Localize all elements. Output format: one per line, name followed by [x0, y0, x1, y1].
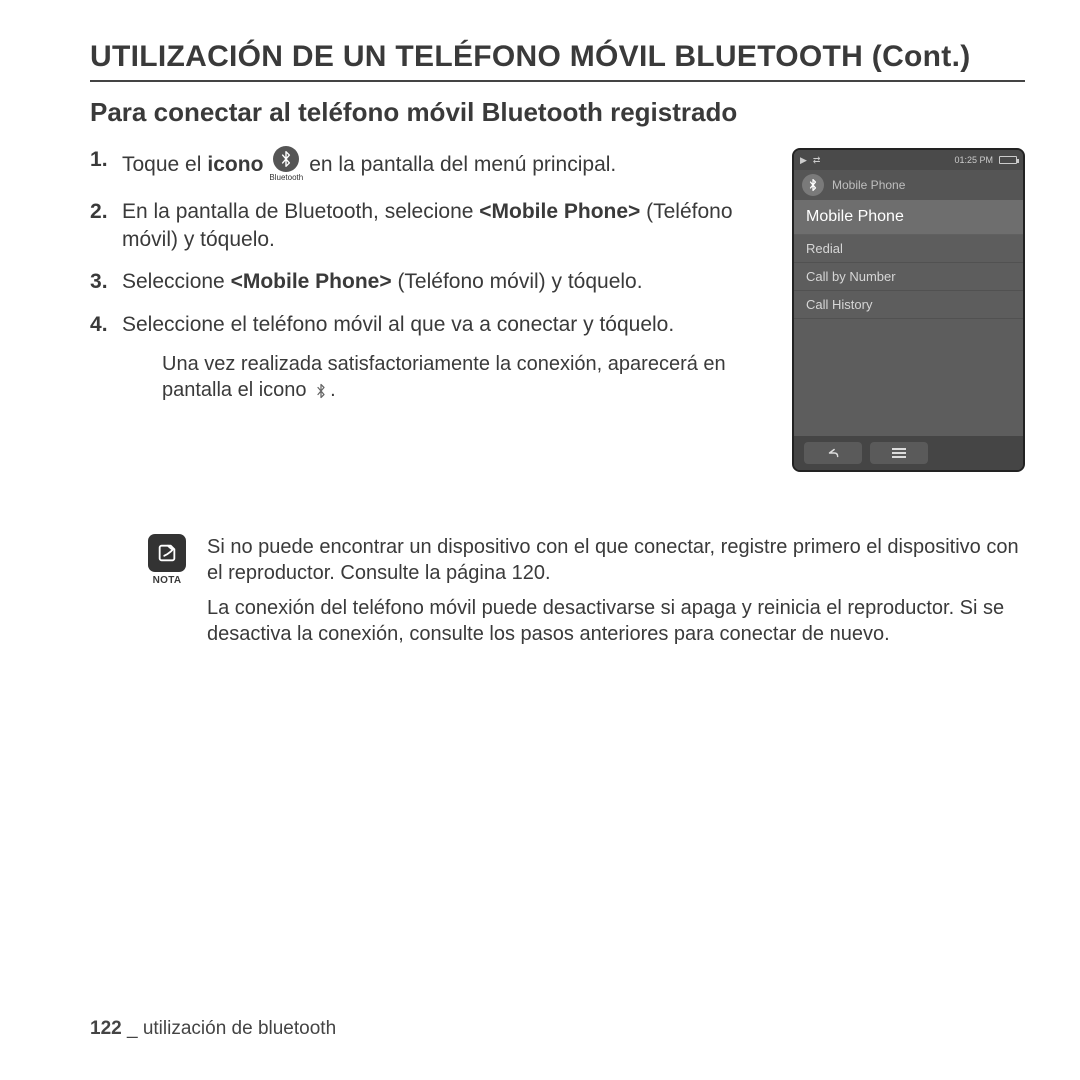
phone-screen-header: Mobile Phone — [794, 170, 1023, 200]
phone-status-bar: ▶ ⇄ 01:25 PM — [794, 150, 1023, 170]
phone-softkey-bar — [794, 436, 1023, 470]
status-shuffle-icon: ⇄ — [813, 155, 821, 166]
menu-icon — [892, 448, 906, 458]
step-2-text-bold: <Mobile Phone> — [479, 200, 640, 223]
menu-item-redial[interactable]: Redial — [794, 235, 1023, 263]
step-3-text-a: Seleccione — [122, 270, 231, 293]
note-block: NOTA Si no puede encontrar un dispositiv… — [90, 534, 1025, 656]
battery-icon — [999, 156, 1017, 164]
phone-menu-list: Mobile Phone Redial Call by Number Call … — [794, 200, 1023, 436]
step-4: Seleccione el teléfono móvil al que va a… — [90, 311, 772, 403]
footer-section: utilización de bluetooth — [143, 1018, 336, 1039]
step-4-after-b: . — [330, 379, 336, 401]
bluetooth-connected-icon — [312, 382, 330, 400]
step-2-text-a: En la pantalla de Bluetooth, selecione — [122, 200, 479, 223]
phone-mock: ▶ ⇄ 01:25 PM Mobile Phone Mobile Phone R… — [792, 148, 1025, 472]
page-subtitle: Para conectar al teléfono móvil Bluetoot… — [90, 97, 1025, 128]
step-4-after-a: Una vez realizada satisfactoriamente la … — [162, 353, 726, 401]
steps-column: Toque el icono Bluetooth en la pantalla … — [90, 146, 772, 472]
title-rule — [90, 80, 1025, 82]
bluetooth-icon — [273, 146, 299, 172]
step-3: Seleccione <Mobile Phone> (Teléfono móvi… — [90, 268, 772, 296]
status-time: 01:25 PM — [954, 155, 993, 165]
step-1: Toque el icono Bluetooth en la pantalla … — [90, 146, 772, 184]
note-paragraph-2: La conexión del teléfono móvil puede des… — [207, 595, 1025, 648]
page-footer: 122 _ utilización de bluetooth — [90, 1018, 336, 1040]
step-1-text-bold: icono — [207, 151, 263, 179]
menu-item-mobile-phone[interactable]: Mobile Phone — [794, 200, 1023, 235]
status-play-icon: ▶ — [800, 155, 807, 166]
step-1-text-a: Toque el — [122, 151, 201, 179]
note-paragraph-1: Si no puede encontrar un dispositivo con… — [207, 534, 1025, 587]
phone-screen-header-text: Mobile Phone — [832, 178, 905, 192]
back-button[interactable] — [804, 442, 862, 464]
note-text: Si no puede encontrar un dispositivo con… — [207, 534, 1025, 656]
page-number: 122 — [90, 1018, 122, 1039]
bluetooth-header-icon — [802, 174, 824, 196]
step-2: En la pantalla de Bluetooth, selecione <… — [90, 198, 772, 255]
note-label: NOTA — [153, 575, 182, 586]
step-3-text-c: (Teléfono móvil) y tóquelo. — [392, 270, 643, 293]
step-4-text: Seleccione el teléfono móvil al que va a… — [122, 313, 674, 336]
page-title: UTILIZACIÓN DE UN TELÉFONO MÓVIL BLUETOO… — [90, 40, 1025, 74]
step-3-text-bold: <Mobile Phone> — [231, 270, 392, 293]
footer-sep: _ — [122, 1018, 143, 1039]
bluetooth-icon-label: Bluetooth — [269, 173, 303, 184]
note-icon — [148, 534, 186, 572]
bluetooth-menu-icon: Bluetooth — [269, 146, 303, 184]
menu-item-call-history[interactable]: Call History — [794, 291, 1023, 319]
step-1-text-c: en la pantalla del menú principal. — [309, 151, 616, 179]
menu-item-call-by-number[interactable]: Call by Number — [794, 263, 1023, 291]
menu-button[interactable] — [870, 442, 928, 464]
